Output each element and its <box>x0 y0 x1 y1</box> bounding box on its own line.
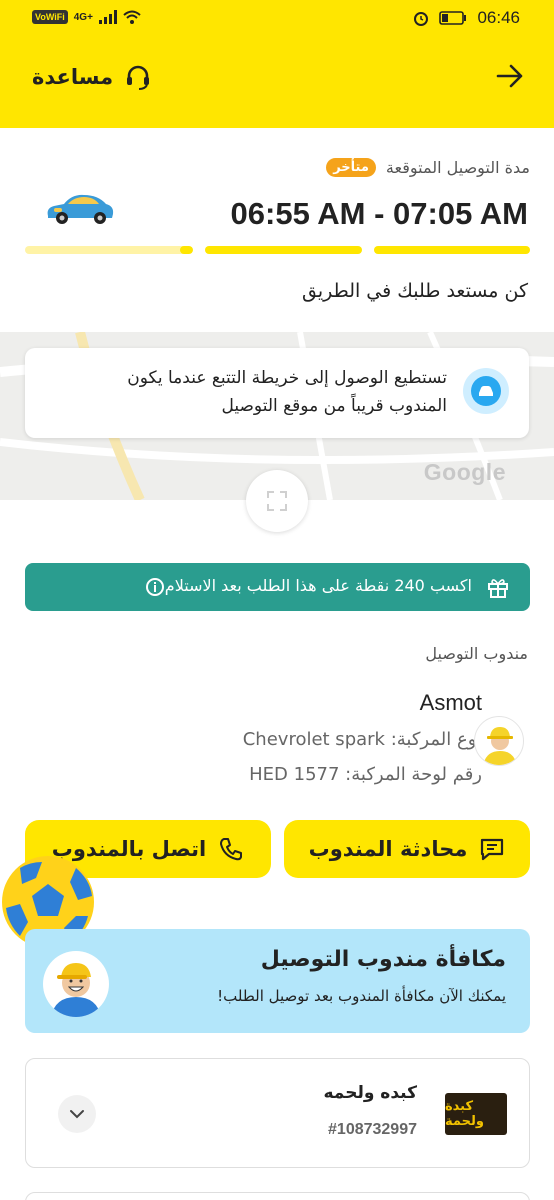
points-text: اكسب 240 نقطة على هذا الطلب بعد الاستلام <box>164 576 472 595</box>
progress-step-1 <box>374 246 530 254</box>
map-info-card: تستطيع الوصول إلى خريطة التتبع عندما يكو… <box>25 348 529 438</box>
google-watermark: Google <box>423 459 506 485</box>
info-icon[interactable] <box>145 577 165 597</box>
order-status-text: كن مستعد طلبك في الطريق <box>301 280 528 302</box>
tip-subtitle: يمكنك الآن مكافأة المندوب بعد توصيل الطل… <box>217 987 506 1005</box>
chat-icon <box>481 838 504 861</box>
wifi-icon <box>123 10 141 24</box>
restaurant-name: كبده ولحمه <box>323 1083 417 1103</box>
map-info-text: تستطيع الوصول إلى خريطة التتبع عندما يكو… <box>127 368 447 416</box>
alarm-icon <box>414 12 429 26</box>
driver-section-title: مندوب التوصيل <box>425 644 528 663</box>
restaurant-logo-text: كبدة ولحمة <box>445 1099 484 1129</box>
driver-name: Asmot <box>419 690 482 715</box>
progress-step-3 <box>25 246 193 254</box>
chat-driver-button[interactable]: محادثة المندوب <box>284 820 530 878</box>
help-label: مساعدة <box>32 65 114 89</box>
car-icon <box>44 192 116 230</box>
clock-time: 06:46 <box>477 8 520 27</box>
order-number: #108732997 <box>328 1121 417 1138</box>
expand-icon <box>267 491 287 511</box>
back-button[interactable] <box>496 64 524 92</box>
progress-step-3-fill <box>179 246 193 254</box>
order-card-next[interactable] <box>25 1192 530 1200</box>
points-banner[interactable]: اكسب 240 نقطة على هذا الطلب بعد الاستلام <box>25 563 530 611</box>
eta-time-range: 06:55 AM - 07:05 AM <box>230 196 528 231</box>
arrow-right-icon <box>496 64 523 88</box>
top-bar: VoWiFi 4G+ 06:46 مساعدة <box>0 0 554 128</box>
signal-icon <box>98 10 117 24</box>
header: مساعدة <box>0 52 554 112</box>
vowifi-indicator: VoWiFi <box>32 10 68 24</box>
phone-icon <box>220 838 243 861</box>
headset-icon <box>127 65 150 90</box>
tip-driver-card[interactable]: مكافأة مندوب التوصيل يمكنك الآن مكافأة ا… <box>25 929 530 1033</box>
status-bar: VoWiFi 4G+ 06:46 <box>0 0 554 38</box>
eta-label: مدة التوصيل المتوقعة <box>385 158 530 177</box>
vehicle-type: نوع المركبة: Chevrolet spark <box>242 729 482 750</box>
order-card[interactable]: كبدة ولحمة كبده ولحمه #108732997 <box>25 1058 530 1168</box>
car-badge-icon <box>463 368 509 414</box>
driver-illustration <box>43 951 109 1017</box>
expand-map-button[interactable] <box>246 470 308 532</box>
driver-avatar <box>474 716 524 766</box>
expand-order-button[interactable] <box>58 1095 96 1133</box>
battery-icon <box>439 11 467 25</box>
eta-label-row: مدة التوصيل المتوقعة متأخر <box>326 158 530 177</box>
gift-icon <box>488 579 508 598</box>
restaurant-logo: كبدة ولحمة <box>445 1093 507 1135</box>
network-type: 4G+ <box>73 11 93 23</box>
late-badge: متأخر <box>326 158 376 177</box>
tip-title: مكافأة مندوب التوصيل <box>260 947 506 972</box>
progress-step-2 <box>205 246 362 254</box>
chat-driver-label: محادثة المندوب <box>308 837 468 861</box>
chevron-down-icon <box>70 1110 84 1119</box>
help-button[interactable]: مساعدة <box>32 62 153 92</box>
vehicle-plate: رقم لوحة المركبة: HED 1577 <box>249 764 482 785</box>
